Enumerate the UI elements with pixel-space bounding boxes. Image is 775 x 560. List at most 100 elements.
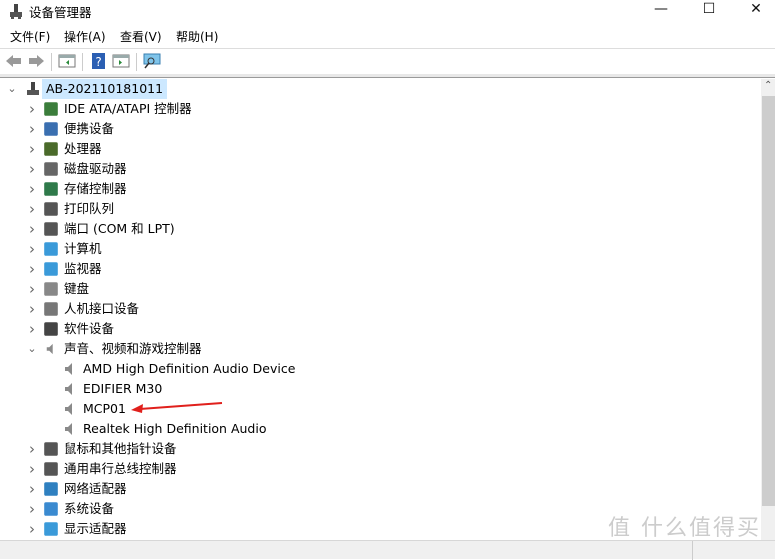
chevron-down-icon[interactable]: ⌄: [7, 79, 17, 99]
tree-category[interactable]: › 磁盘驱动器: [0, 159, 761, 179]
toolbar: ?: [0, 48, 775, 74]
chevron-down-icon[interactable]: ⌄: [27, 339, 37, 359]
tree-category[interactable]: › 人机接口设备: [0, 299, 761, 319]
tree-category[interactable]: › 软件设备: [0, 319, 761, 339]
close-button[interactable]: ✕: [733, 0, 775, 20]
chevron-right-icon[interactable]: ›: [27, 519, 37, 539]
tree-root[interactable]: ⌄ AB-202110181011: [0, 79, 761, 99]
disk-drive-icon: [44, 162, 58, 176]
chevron-right-icon[interactable]: ›: [27, 219, 37, 239]
category-label: 磁盘驱动器: [64, 161, 127, 176]
chevron-right-icon[interactable]: ›: [27, 199, 37, 219]
chevron-right-icon[interactable]: ›: [27, 239, 37, 259]
monitor-icon: [44, 262, 58, 276]
tree-category[interactable]: › 打印队列: [0, 199, 761, 219]
device-label: EDIFIER M30: [83, 381, 163, 396]
tree-category[interactable]: › 鼠标和其他指针设备: [0, 439, 761, 459]
toolbar-separator: [136, 53, 137, 71]
network-adapter-icon: [44, 482, 58, 496]
tree-category[interactable]: › 便携设备: [0, 119, 761, 139]
title-bar: 设备管理器 — ☐ ✕: [0, 0, 775, 24]
keyboard-icon: [44, 282, 58, 296]
tree-category[interactable]: › 端口 (COM 和 LPT): [0, 219, 761, 239]
back-icon[interactable]: [5, 53, 23, 69]
processor-icon: [44, 142, 58, 156]
maximize-button[interactable]: ☐: [686, 0, 732, 20]
status-divider: [692, 541, 693, 560]
tree-device[interactable]: Realtek High Definition Audio: [0, 419, 761, 439]
device-label: Realtek High Definition Audio: [83, 421, 267, 436]
chevron-right-icon[interactable]: ›: [27, 319, 37, 339]
help-icon[interactable]: ?: [90, 53, 108, 69]
speaker-icon: [62, 421, 78, 437]
chevron-right-icon[interactable]: ›: [27, 159, 37, 179]
menu-view[interactable]: 查看(V): [120, 28, 162, 45]
speaker-icon: [62, 381, 78, 397]
chevron-right-icon[interactable]: ›: [27, 119, 37, 139]
category-label: 计算机: [64, 241, 102, 256]
tree-category[interactable]: › 计算机: [0, 239, 761, 259]
category-label: 通用串行总线控制器: [64, 461, 177, 476]
root-label: AB-202110181011: [42, 79, 168, 99]
tree-category[interactable]: › 存储控制器: [0, 179, 761, 199]
system-device-icon: [44, 502, 58, 516]
show-hide-console-tree-icon[interactable]: [58, 53, 76, 69]
speaker-icon: [62, 361, 78, 377]
category-label: 显示适配器: [64, 521, 127, 536]
chevron-right-icon[interactable]: ›: [27, 479, 37, 499]
printer-icon: [44, 202, 58, 216]
category-label: 声音、视频和游戏控制器: [64, 341, 202, 356]
category-label: IDE ATA/ATAPI 控制器: [64, 101, 192, 116]
chevron-right-icon[interactable]: ›: [27, 439, 37, 459]
portable-device-icon: [44, 122, 58, 136]
tree-device[interactable]: MCP01: [0, 399, 761, 419]
minimize-button[interactable]: —: [638, 0, 684, 20]
tree-category[interactable]: › 监视器: [0, 259, 761, 279]
scroll-up-icon[interactable]: ⌃: [764, 80, 772, 91]
menu-help[interactable]: 帮助(H): [176, 28, 218, 45]
chevron-right-icon[interactable]: ›: [27, 99, 37, 119]
vertical-scrollbar[interactable]: ⌃: [761, 79, 775, 540]
chevron-right-icon[interactable]: ›: [27, 139, 37, 159]
tree-device[interactable]: EDIFIER M30: [0, 379, 761, 399]
forward-icon[interactable]: [27, 53, 45, 69]
device-label: MCP01: [83, 401, 126, 416]
chevron-right-icon[interactable]: ›: [27, 299, 37, 319]
tree-device[interactable]: AMD High Definition Audio Device: [0, 359, 761, 379]
device-manager-icon: [10, 4, 22, 19]
device-label: AMD High Definition Audio Device: [83, 361, 296, 376]
device-tree: ⌄ AB-202110181011 › IDE ATA/ATAPI 控制器 › 便携设…: [0, 79, 761, 540]
category-label: 便携设备: [64, 121, 115, 136]
category-label: 处理器: [64, 141, 102, 156]
usb-icon: [44, 462, 58, 476]
tree-category[interactable]: ⌄ 声音、视频和游戏控制器: [0, 339, 761, 359]
category-label: 系统设备: [64, 501, 115, 516]
category-label: 键盘: [64, 281, 90, 296]
action-pane-icon[interactable]: [112, 53, 130, 69]
tree-category[interactable]: › 网络适配器: [0, 479, 761, 499]
chevron-right-icon[interactable]: ›: [27, 179, 37, 199]
speaker-icon: [44, 342, 58, 356]
category-label: 监视器: [64, 261, 102, 276]
chevron-right-icon[interactable]: ›: [27, 279, 37, 299]
tree-category[interactable]: › IDE ATA/ATAPI 控制器: [0, 99, 761, 119]
storage-controller-icon: [44, 182, 58, 196]
port-icon: [44, 222, 58, 236]
chevron-right-icon[interactable]: ›: [27, 259, 37, 279]
speaker-icon: [62, 401, 78, 417]
tree-category[interactable]: › 键盘: [0, 279, 761, 299]
scrollbar-thumb[interactable]: [762, 96, 775, 506]
pane-border: [0, 74, 775, 78]
menu-bar: 文件(F) 操作(A) 查看(V) 帮助(H): [0, 26, 775, 46]
toolbar-separator: [82, 53, 83, 71]
chevron-right-icon[interactable]: ›: [27, 459, 37, 479]
menu-file[interactable]: 文件(F): [10, 28, 50, 45]
watermark-logo: 值 什么值得买: [608, 516, 761, 541]
tree-category[interactable]: › 处理器: [0, 139, 761, 159]
status-bar: [0, 540, 775, 560]
chevron-right-icon[interactable]: ›: [27, 499, 37, 519]
computer-icon: [44, 242, 58, 256]
scan-hardware-icon[interactable]: [143, 53, 161, 69]
tree-category[interactable]: › 通用串行总线控制器: [0, 459, 761, 479]
menu-action[interactable]: 操作(A): [64, 28, 106, 45]
